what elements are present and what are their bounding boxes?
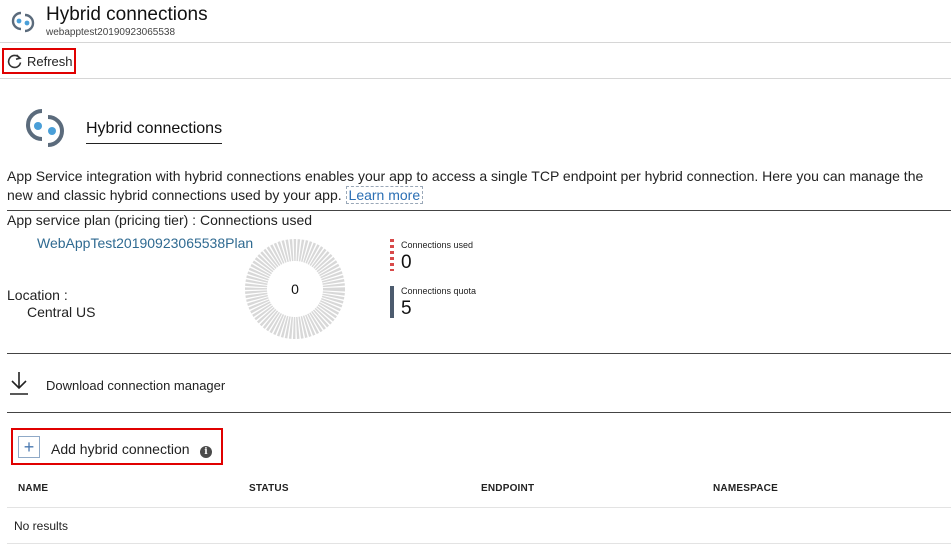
- legend-quota-marker: [390, 286, 394, 318]
- plus-icon: +: [18, 436, 40, 458]
- table-empty-message: No results: [14, 519, 69, 533]
- description-divider: [7, 210, 951, 211]
- plan-label: App service plan (pricing tier) : Connec…: [7, 212, 313, 228]
- connections-donut-chart: 0: [245, 239, 345, 339]
- download-connection-manager-link[interactable]: Download connection manager: [46, 378, 225, 393]
- column-header-namespace[interactable]: NAMESPACE: [713, 483, 778, 494]
- column-header-status[interactable]: STATUS: [249, 483, 289, 494]
- add-hybrid-connection-button[interactable]: + Add hybrid connection i: [11, 428, 223, 465]
- header-divider: [0, 42, 951, 43]
- legend-quota-label: Connections quota: [401, 286, 477, 296]
- download-divider: [7, 412, 951, 413]
- column-header-name[interactable]: NAME: [18, 483, 48, 494]
- page-title: Hybrid connections: [46, 4, 208, 25]
- donut-center-value: 0: [291, 281, 299, 297]
- legend-used-marker: [390, 239, 394, 271]
- section-title: Hybrid connections: [86, 120, 223, 144]
- legend-used-value: 0: [401, 252, 412, 273]
- plan-name-link[interactable]: WebAppTest20190923065538Plan: [37, 235, 253, 251]
- description-text: App Service integration with hybrid conn…: [7, 168, 924, 203]
- section-description: App Service integration with hybrid conn…: [7, 167, 951, 205]
- download-icon[interactable]: [9, 370, 29, 396]
- toolbar-divider: [0, 78, 951, 79]
- legend-quota-value: 5: [401, 298, 412, 319]
- legend-used-label: Connections used: [401, 240, 474, 250]
- location-value: Central US: [27, 304, 96, 320]
- learn-more-link[interactable]: Learn more: [345, 186, 424, 204]
- table-bottom-divider: [7, 543, 951, 544]
- column-header-endpoint[interactable]: ENDPOINT: [481, 483, 534, 494]
- location-label: Location :: [7, 287, 68, 303]
- page-subtitle: webapptest20190923065538: [46, 27, 176, 38]
- refresh-label: Refresh: [27, 53, 73, 69]
- add-hybrid-connection-label: Add hybrid connection: [51, 441, 190, 457]
- info-icon[interactable]: i: [200, 446, 212, 458]
- table-header-divider: [7, 507, 951, 508]
- refresh-button[interactable]: Refresh: [2, 48, 76, 74]
- refresh-icon: [7, 54, 22, 69]
- hybrid-connections-icon: [11, 11, 35, 33]
- usage-divider: [7, 353, 951, 354]
- hybrid-connections-large-icon: [26, 109, 64, 147]
